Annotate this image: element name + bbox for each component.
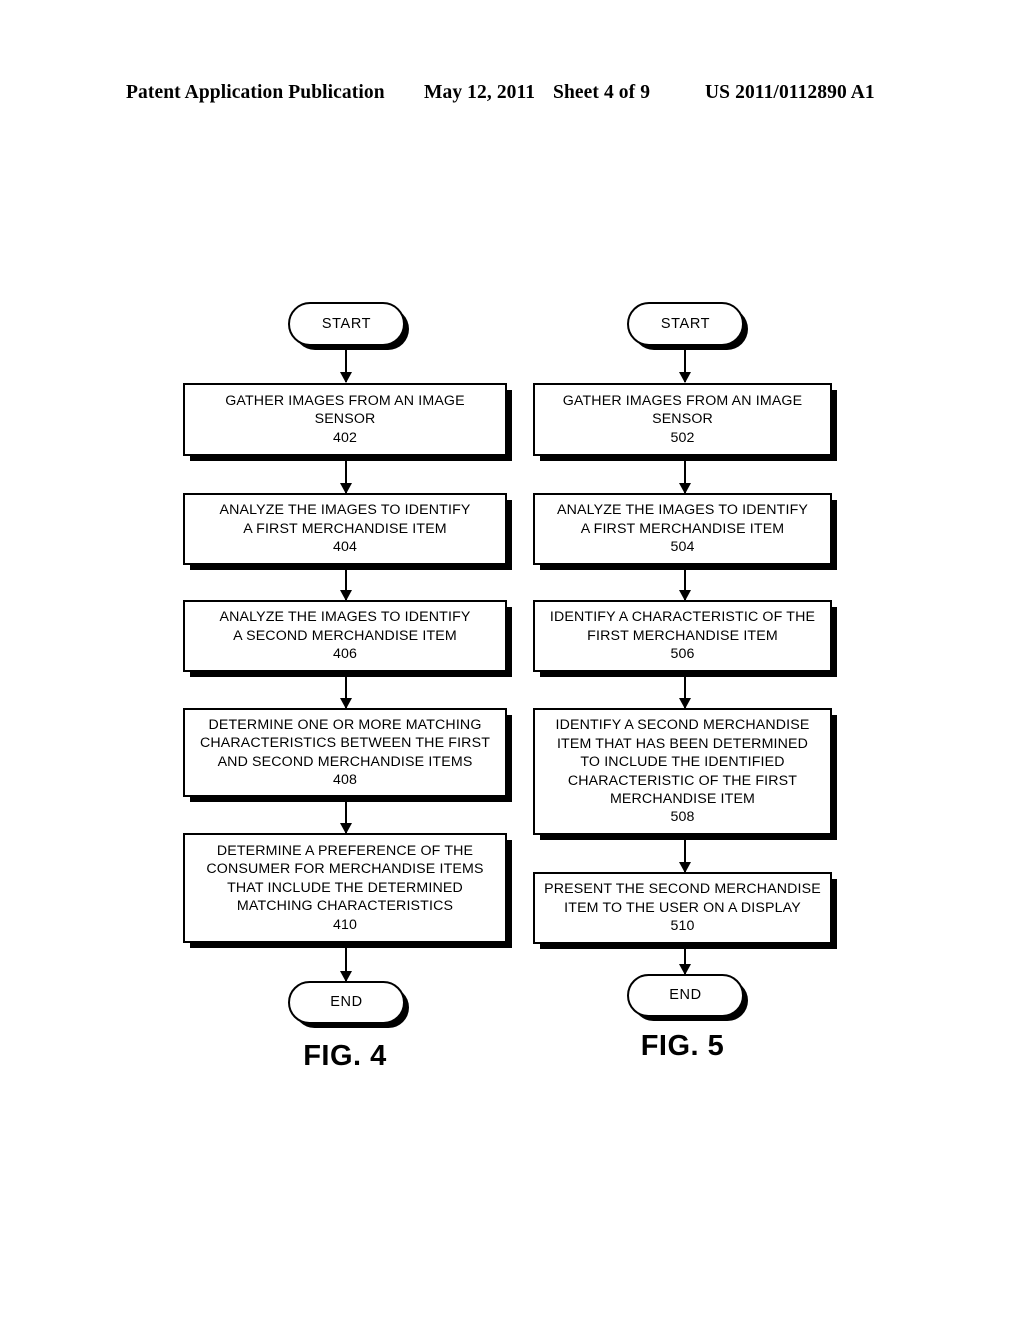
fig4-end-label: END xyxy=(330,994,363,1011)
fig5-step-508-line-3: TO INCLUDE THE IDENTIFIED xyxy=(580,754,785,771)
fig4-step-410-line-4: MATCHING CHARACTERISTICS xyxy=(236,898,454,915)
fig5-start-terminator: START xyxy=(627,302,744,346)
fig5-step-506-refnum: 506 xyxy=(670,646,695,663)
fig5-step-508-line-1: IDENTIFY A SECOND MERCHANDISE xyxy=(555,717,810,734)
fig4-step-408-line-1: DETERMINE ONE OR MORE MATCHING xyxy=(208,716,482,733)
fig5-step-502: GATHER IMAGES FROM AN IMAGE SENSOR 502 xyxy=(533,383,832,456)
fig5-step-508-line-2: ITEM THAT HAS BEEN DETERMINED xyxy=(556,735,809,752)
fig4-step-408: DETERMINE ONE OR MORE MATCHING CHARACTER… xyxy=(183,708,507,797)
fig5-step-506: IDENTIFY A CHARACTERISTIC OF THE FIRST M… xyxy=(533,600,832,672)
fig4-connector-410-to-end xyxy=(345,943,347,981)
fig4-step-402-line-2: SENSOR xyxy=(314,411,376,428)
fig5-step-508-line-4: CHARACTERISTIC OF THE FIRST xyxy=(567,772,798,789)
fig5-step-502-line-1: GATHER IMAGES FROM AN IMAGE xyxy=(562,392,803,409)
fig4-connector-start-to-402 xyxy=(345,346,347,382)
fig4-step-406-line-2: A SECOND MERCHANDISE ITEM xyxy=(233,627,457,644)
fig5-step-508: IDENTIFY A SECOND MERCHANDISE ITEM THAT … xyxy=(533,708,832,835)
fig4-step-402-refnum: 402 xyxy=(332,429,358,446)
page-header: Patent Application Publication May 12, 2… xyxy=(0,82,1024,110)
fig5-step-510-line-1: PRESENT THE SECOND MERCHANDISE xyxy=(544,881,821,898)
fig4-step-408-line-3: AND SECOND MERCHANDISE ITEMS xyxy=(217,753,473,770)
fig4-step-410: DETERMINE A PREFERENCE OF THE CONSUMER F… xyxy=(183,833,507,943)
fig5-step-502-refnum: 502 xyxy=(670,429,695,446)
fig5-end-terminator: END xyxy=(627,974,744,1017)
fig5-step-504-refnum: 504 xyxy=(670,539,695,556)
header-patent-number-label: US 2011/0112890 A1 xyxy=(705,82,875,103)
fig4-connector-406-to-408 xyxy=(345,672,347,708)
fig4-start-label: START xyxy=(321,315,372,332)
fig4-step-404-line-2: A FIRST MERCHANDISE ITEM xyxy=(243,520,447,537)
figure-4-caption: FIG. 4 xyxy=(303,1040,387,1072)
fig5-step-504-line-1: ANALYZE THE IMAGES TO IDENTIFY xyxy=(557,502,808,519)
fig5-step-504: ANALYZE THE IMAGES TO IDENTIFY A FIRST M… xyxy=(533,493,832,565)
fig4-step-410-line-1: DETERMINE A PREFERENCE OF THE xyxy=(216,842,474,859)
fig4-step-410-refnum: 410 xyxy=(332,916,358,933)
fig5-step-510-line-2: ITEM TO THE USER ON A DISPLAY xyxy=(564,899,801,916)
figure-5-caption: FIG. 5 xyxy=(640,1030,725,1062)
fig5-connector-502-to-504 xyxy=(684,456,686,493)
fig5-step-508-refnum: 508 xyxy=(670,809,695,826)
header-sheet-label: Sheet 4 of 9 xyxy=(553,82,651,103)
fig4-step-410-line-2: CONSUMER FOR MERCHANDISE ITEMS xyxy=(206,861,484,878)
fig4-step-408-refnum: 408 xyxy=(332,771,358,788)
fig5-connector-510-to-end xyxy=(684,944,686,974)
fig5-step-502-line-2: SENSOR xyxy=(652,411,713,428)
fig4-step-402: GATHER IMAGES FROM AN IMAGE SENSOR 402 xyxy=(183,383,507,456)
fig4-step-404-refnum: 404 xyxy=(332,539,358,556)
fig5-connector-506-to-508 xyxy=(684,672,686,708)
fig4-step-404-line-1: ANALYZE THE IMAGES TO IDENTIFY xyxy=(219,502,471,519)
fig4-connector-402-to-404 xyxy=(345,456,347,493)
fig4-step-410-line-3: THAT INCLUDE THE DETERMINED xyxy=(227,879,463,896)
fig4-step-406-line-1: ANALYZE THE IMAGES TO IDENTIFY xyxy=(219,609,471,626)
fig5-connector-508-to-510 xyxy=(684,835,686,872)
fig5-step-510: PRESENT THE SECOND MERCHANDISE ITEM TO T… xyxy=(533,872,832,944)
fig4-step-402-line-1: GATHER IMAGES FROM AN IMAGE xyxy=(225,392,465,409)
fig4-step-408-line-2: CHARACTERISTICS BETWEEN THE FIRST xyxy=(199,735,491,752)
header-publication-label: Patent Application Publication xyxy=(126,82,385,103)
fig4-step-404: ANALYZE THE IMAGES TO IDENTIFY A FIRST M… xyxy=(183,493,507,565)
fig5-step-504-line-2: A FIRST MERCHANDISE ITEM xyxy=(580,520,785,537)
fig5-step-506-line-1: IDENTIFY A CHARACTERISTIC OF THE xyxy=(549,609,816,626)
fig4-connector-404-to-406 xyxy=(345,565,347,600)
fig5-end-label: END xyxy=(669,987,702,1004)
fig4-step-406-refnum: 406 xyxy=(332,646,358,663)
fig5-step-506-line-2: FIRST MERCHANDISE ITEM xyxy=(587,627,778,644)
fig5-connector-start-to-502 xyxy=(684,346,686,382)
fig4-step-406: ANALYZE THE IMAGES TO IDENTIFY A SECOND … xyxy=(183,600,507,672)
fig4-connector-408-to-410 xyxy=(345,797,347,833)
fig5-step-510-refnum: 510 xyxy=(670,918,695,935)
fig4-start-terminator: START xyxy=(288,302,405,346)
fig5-start-label: START xyxy=(660,315,711,332)
fig5-step-508-line-5: MERCHANDISE ITEM xyxy=(609,790,756,807)
fig4-end-terminator: END xyxy=(288,981,405,1024)
header-date-label: May 12, 2011 xyxy=(424,82,536,103)
fig5-connector-504-to-506 xyxy=(684,565,686,600)
